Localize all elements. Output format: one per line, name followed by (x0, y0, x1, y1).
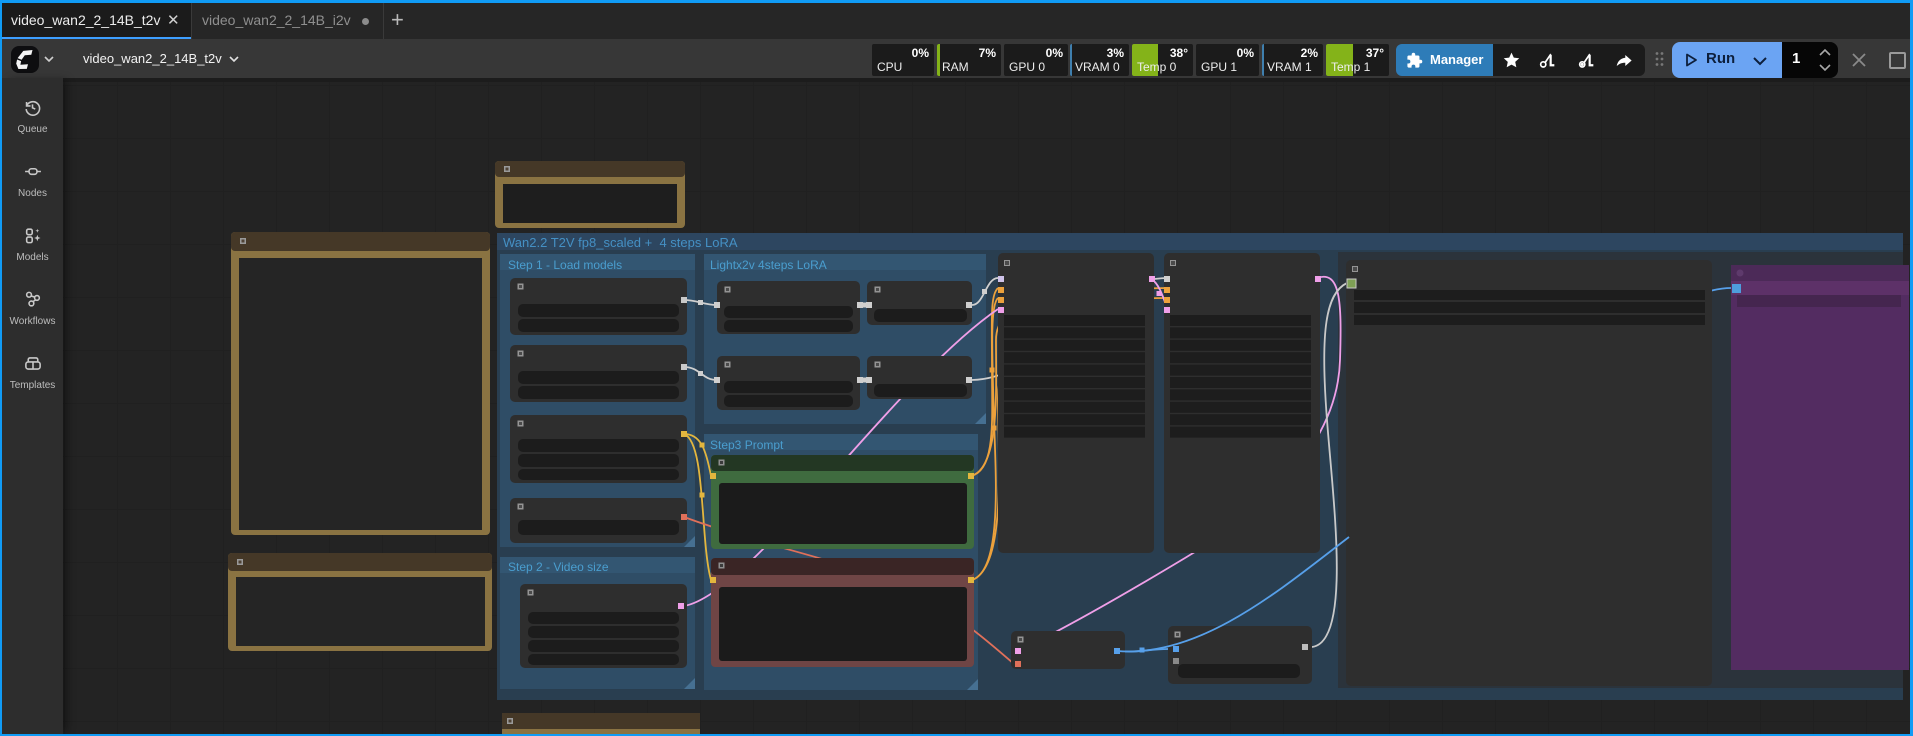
svg-text:Step3 Prompt: Step3 Prompt (710, 438, 784, 452)
svg-text:Lightx2v 4steps LoRA: Lightx2v 4steps LoRA (710, 258, 827, 272)
svg-text:Step 1 - Load models: Step 1 - Load models (508, 258, 622, 272)
svg-text:Wan2.2 T2V fp8_scaled + 4 ste: Wan2.2 T2V fp8_scaled + 4 steps LoRA (503, 235, 738, 250)
svg-text:Step 2 - Video size: Step 2 - Video size (508, 560, 609, 574)
